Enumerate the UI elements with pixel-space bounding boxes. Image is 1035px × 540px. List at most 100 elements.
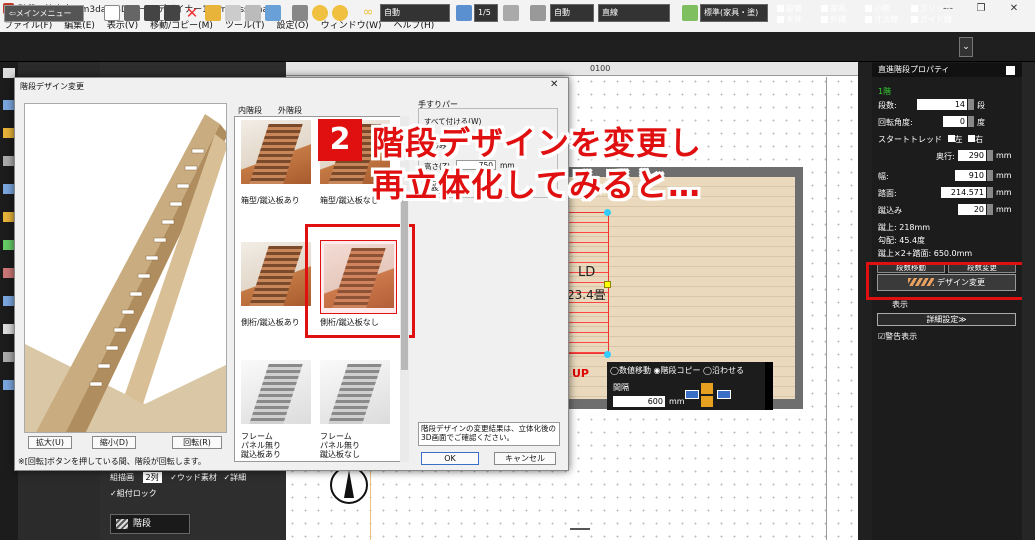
panel-pin-icon[interactable] xyxy=(1006,66,1015,75)
stair-plan[interactable] xyxy=(567,212,609,354)
cancel-button[interactable]: キャンセル xyxy=(494,452,556,465)
select-cursor-icon[interactable] xyxy=(104,5,120,21)
depth-input[interactable]: 290 xyxy=(958,150,986,161)
interval-input[interactable]: 600 xyxy=(613,396,665,407)
stairs-button[interactable]: 階段 xyxy=(110,514,190,534)
width-input[interactable]: 910 xyxy=(955,170,986,181)
line-select[interactable]: 自動 xyxy=(550,4,594,22)
formula-info: 蹴上×2+踏面: 650.0mm xyxy=(878,249,973,258)
scroll-grip[interactable] xyxy=(570,528,590,530)
display-section-label: 表示 xyxy=(892,300,908,309)
right-scrollbar[interactable] xyxy=(1022,62,1035,540)
zoom-in-icon[interactable] xyxy=(312,5,328,21)
render-icon[interactable] xyxy=(265,5,281,21)
main-menu-button[interactable]: ⇦メインメニュー xyxy=(4,5,84,22)
panel-divider xyxy=(858,62,872,540)
thumbnail-scroll-thumb[interactable] xyxy=(401,200,408,370)
linetype-select[interactable]: 直線 xyxy=(598,4,670,22)
ruler-label: 0100 xyxy=(590,64,611,73)
dialog-title: 階段デザイン変更 xyxy=(20,82,84,91)
caption-line-2: 再立体化してみると… xyxy=(372,166,702,204)
warning-display-checkbox[interactable]: ☑警告表示 xyxy=(878,331,917,342)
dialog-close-button[interactable]: ✕ xyxy=(550,79,558,90)
zoom-out-icon[interactable] xyxy=(332,5,348,21)
check-group-grid[interactable]: グリッド ガイド線 xyxy=(911,3,952,25)
north-arrow-icon xyxy=(344,470,354,498)
steps-input[interactable]: 14 xyxy=(917,99,967,110)
thumb-label-2: 箱型/蹴込板なし xyxy=(320,196,379,205)
highlight-selected-design xyxy=(305,224,415,338)
steps-unit: 段 xyxy=(977,101,985,110)
direction-down-y-icon[interactable] xyxy=(701,396,713,407)
steps-label: 段数: xyxy=(878,101,897,110)
direction-left-x-icon[interactable] xyxy=(685,390,699,399)
tread-spinner[interactable] xyxy=(987,187,993,198)
rotation-input[interactable]: 0 xyxy=(943,116,967,127)
rotation-label: 回転角度: xyxy=(878,118,913,127)
zoom-in-button[interactable]: 拡大(U) xyxy=(28,436,72,449)
horizontal-ruler xyxy=(286,62,858,76)
depth-unit: mm xyxy=(996,151,1012,160)
check-group-equipment[interactable]: 設備 天井 xyxy=(777,3,802,25)
snap-select[interactable]: 自動 xyxy=(380,4,450,22)
tread-input[interactable]: 214.571 xyxy=(941,187,986,198)
check-group-furniture[interactable]: 家具 外構 xyxy=(821,3,846,25)
thumb-frame-panel-with-riser[interactable] xyxy=(241,360,311,424)
undo-icon[interactable] xyxy=(144,5,160,21)
direction-right-x-icon[interactable] xyxy=(717,390,731,399)
maximize-button[interactable]: ❐ xyxy=(966,0,996,17)
rotation-unit: 度 xyxy=(977,118,985,127)
print-icon[interactable] xyxy=(245,5,261,21)
stair-handle-bottom-right[interactable] xyxy=(604,351,611,358)
zoom-out-button[interactable]: 縮小(D) xyxy=(92,436,136,449)
riser-info: 蹴上: 218mm xyxy=(878,223,931,232)
thumb-label-3: 側桁/蹴込板あり xyxy=(241,318,300,327)
width-spinner[interactable] xyxy=(987,170,993,181)
lock-checkbox[interactable]: ✓組付ロック xyxy=(110,488,157,499)
highlight-design-change xyxy=(866,262,1032,300)
multi-select-icon[interactable] xyxy=(124,5,140,21)
delete-icon[interactable]: ✕ xyxy=(184,5,200,21)
copy-mode-options[interactable]: ◯数値移動 ◉階段コピー ◯沿わせる xyxy=(610,365,744,376)
thumb-frame-panel-no-riser[interactable] xyxy=(320,360,390,424)
tab-indoor-stairs[interactable]: 内階段 xyxy=(238,105,262,116)
save-icon[interactable] xyxy=(225,5,241,21)
depth-spinner[interactable] xyxy=(987,150,993,161)
stair-3d-preview[interactable] xyxy=(24,103,227,433)
layer-icon[interactable] xyxy=(503,5,519,21)
display-select[interactable]: 標準(家具・塗) xyxy=(700,4,768,22)
snap-icon[interactable]: ∞ xyxy=(360,5,376,21)
ok-button[interactable]: OK xyxy=(421,452,479,465)
rotate-button[interactable]: 回転(R) xyxy=(172,436,222,449)
steps-spinner[interactable] xyxy=(968,99,974,110)
floor-section-label: 1階 xyxy=(878,87,892,96)
kick-input[interactable]: 20 xyxy=(958,204,986,215)
toolbar-expand-icon[interactable]: ⌄ xyxy=(959,37,973,57)
tab-outdoor-stairs[interactable]: 外階段 xyxy=(278,105,302,116)
step-number-badge: 2 xyxy=(318,119,362,161)
kick-unit: mm xyxy=(996,205,1012,214)
stair-handle-top-right[interactable] xyxy=(604,209,611,216)
detail-settings-button[interactable]: 詳細設定≫ xyxy=(877,313,1016,326)
grid-icon[interactable] xyxy=(456,5,472,21)
open-folder-icon[interactable] xyxy=(205,5,221,21)
check-group-small-items[interactable]: 小物 寸法線 xyxy=(865,3,898,25)
room-area: 23.4畳 xyxy=(567,288,606,302)
thumb-box-with-riser[interactable] xyxy=(241,120,311,184)
slope-info: 勾配: 45.4度 xyxy=(878,236,926,245)
display-mode-icon[interactable] xyxy=(682,5,698,21)
depth-label: 奥行: xyxy=(936,152,955,161)
thumb-stringer-with-riser[interactable] xyxy=(241,242,311,306)
kick-spinner[interactable] xyxy=(987,204,993,215)
grid-select[interactable]: 1/5 xyxy=(474,4,498,22)
thumb-label-6: フレーム パネル無り 蹴込板なし xyxy=(320,432,360,459)
tread-label: 踏面: xyxy=(878,189,897,198)
redo-icon[interactable] xyxy=(164,5,180,21)
fit-view-icon[interactable] xyxy=(292,5,308,21)
rotation-spinner[interactable] xyxy=(968,116,974,127)
close-window-button[interactable]: ✕ xyxy=(999,0,1029,17)
pencil-icon[interactable] xyxy=(530,5,546,21)
direction-up-y-icon[interactable] xyxy=(701,383,713,394)
toolbar xyxy=(0,32,1035,62)
rotate-footnote: ※[回転]ボタンを押している間、階段が回転します。 xyxy=(18,457,206,466)
